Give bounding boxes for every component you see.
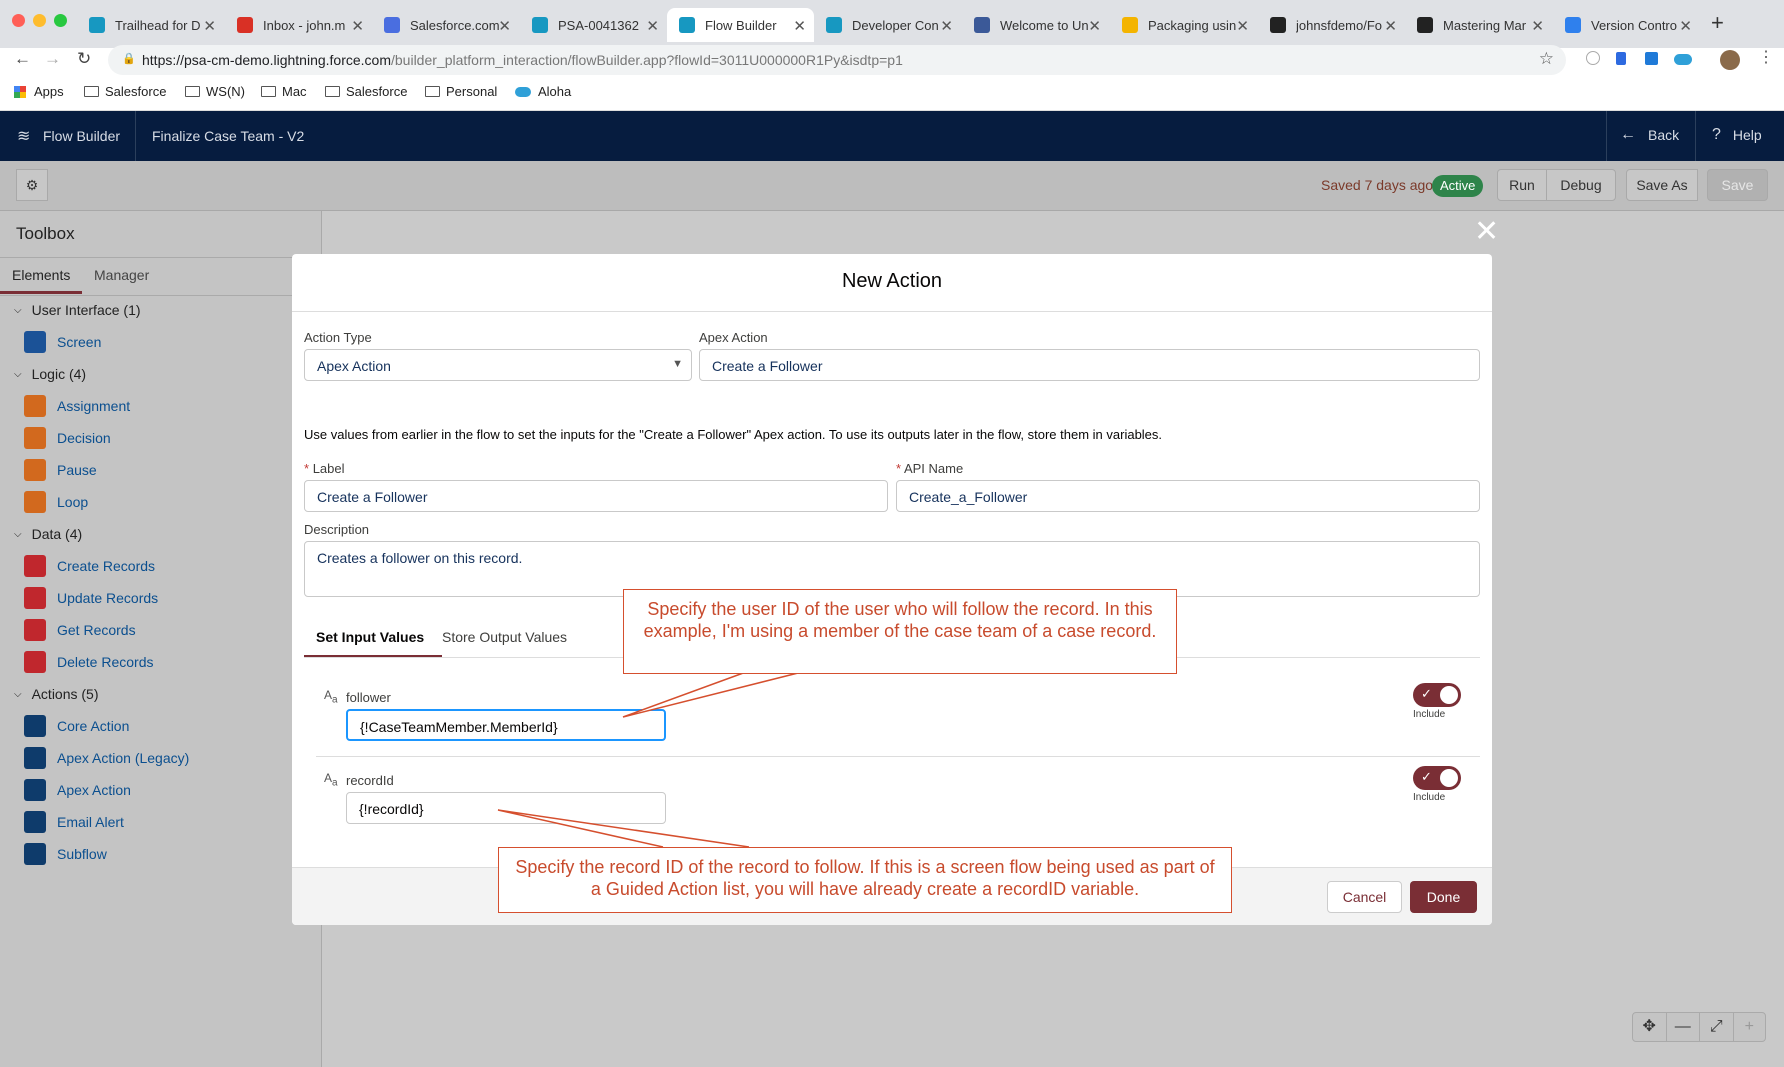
callout-pointer-bottom [497, 809, 750, 848]
callout-top: Specify the user ID of the user who will… [623, 589, 1177, 674]
callout-pointer-top [622, 671, 803, 718]
callout-bottom: Specify the record ID of the record to f… [498, 847, 1232, 913]
